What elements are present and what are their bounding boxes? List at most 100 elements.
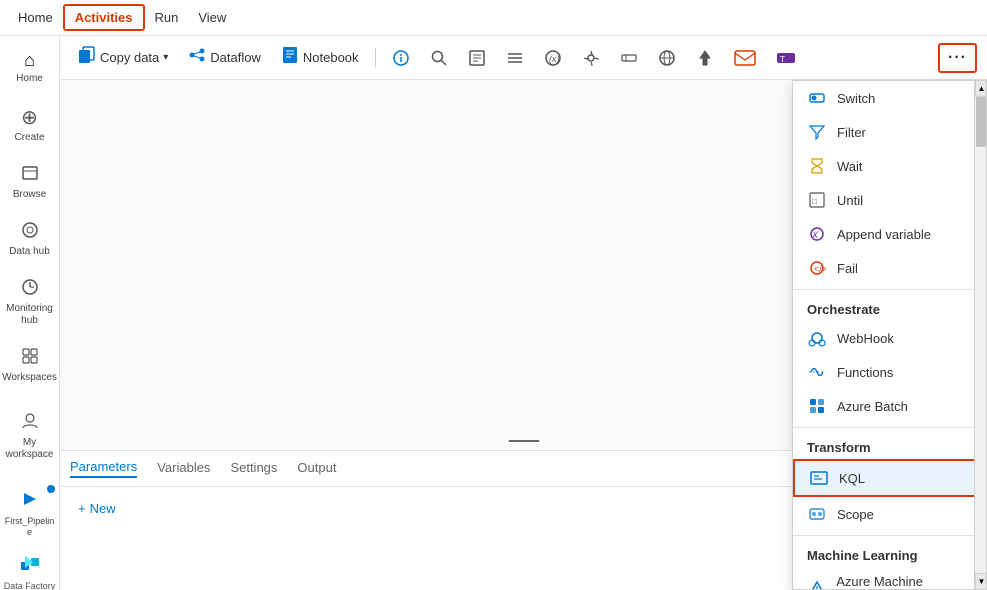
tab-parameters[interactable]: Parameters	[70, 459, 137, 478]
tab-variables[interactable]: Variables	[157, 460, 210, 477]
sidebar-item-data-hub-label: Data hub	[9, 246, 50, 258]
kql-label: KQL	[839, 471, 865, 486]
aml-icon	[807, 579, 826, 590]
filter-icon	[807, 122, 827, 142]
copy-data-chevron: ▾	[163, 52, 168, 63]
monitoring-hub-icon	[21, 278, 39, 301]
sidebar: ⌂ Home ⊕ Create Browse Data hub	[0, 36, 60, 590]
sidebar-item-first-pipeline[interactable]: First_Pipeline	[0, 481, 59, 546]
copy-data-button[interactable]: Copy data ▾	[70, 42, 176, 73]
functions-icon	[807, 362, 827, 382]
data-hub-icon	[21, 221, 39, 244]
search-button[interactable]	[422, 45, 456, 71]
sidebar-item-create-label: Create	[14, 132, 44, 144]
sidebar-item-workspaces-label: Workspaces	[2, 372, 57, 384]
aml-label: Azure Machine Learning	[836, 574, 972, 590]
pages-button[interactable]	[460, 45, 494, 71]
divider-3	[793, 535, 986, 536]
divider-1	[793, 289, 986, 290]
dropdown-item-append[interactable]: X Append variable	[793, 217, 986, 251]
dropdown-item-switch[interactable]: Switch	[793, 81, 986, 115]
dropdown-item-wait[interactable]: Wait	[793, 149, 986, 183]
dropdown-item-until[interactable]: □ Until	[793, 183, 986, 217]
dropdown-item-fail[interactable]: </> Fail	[793, 251, 986, 285]
plus-icon: +	[78, 501, 86, 516]
variable-button[interactable]: (x)	[536, 45, 570, 71]
copy-data-label: Copy data	[100, 50, 159, 65]
workspaces-icon	[21, 347, 39, 370]
dropdown-item-scope[interactable]: Scope	[793, 497, 986, 531]
divider-2	[793, 427, 986, 428]
teams-button[interactable]: T	[768, 45, 804, 71]
functions-label: Functions	[837, 365, 893, 380]
svg-text:X: X	[811, 230, 819, 240]
more-button[interactable]: ···	[938, 43, 977, 73]
scrollbar-thumb[interactable]	[976, 97, 986, 147]
more-icon: ···	[948, 49, 967, 67]
menu-view[interactable]: View	[188, 6, 236, 29]
scrollbar-arrow-down[interactable]: ▼	[975, 573, 987, 589]
switch-icon	[807, 88, 827, 108]
menu-activities[interactable]: Activities	[63, 4, 145, 31]
tab-settings[interactable]: Settings	[230, 460, 277, 477]
append-label: Append variable	[837, 227, 931, 242]
sidebar-item-my-workspace[interactable]: Myworkspace	[0, 404, 59, 469]
lines-button[interactable]	[498, 45, 532, 71]
data-factory-icon	[19, 554, 41, 579]
info-button[interactable]	[384, 45, 418, 71]
azurebatch-icon	[807, 396, 827, 416]
sidebar-item-monitoring-hub-label: Monitoring hub	[4, 303, 55, 327]
switch-label: Switch	[837, 91, 875, 106]
notebook-label: Notebook	[303, 50, 359, 65]
sidebar-item-data-hub[interactable]: Data hub	[0, 213, 59, 266]
sidebar-item-workspaces[interactable]: Workspaces	[0, 339, 59, 392]
menu-home[interactable]: Home	[8, 6, 63, 29]
content-area: Copy data ▾ Dataflow Notebook	[60, 36, 987, 590]
my-workspace-icon	[21, 412, 39, 435]
until-icon: □	[807, 190, 827, 210]
globe-button[interactable]	[650, 45, 684, 71]
mail-button[interactable]	[726, 45, 764, 71]
menu-run[interactable]: Run	[145, 6, 189, 29]
svg-text:</>: </>	[814, 264, 826, 274]
sidebar-item-monitoring-hub[interactable]: Monitoring hub	[0, 270, 59, 335]
svg-text:□: □	[812, 197, 817, 206]
dropdown-item-azurebatch[interactable]: Azure Batch	[793, 389, 986, 423]
wait-label: Wait	[837, 159, 863, 174]
top-menu-bar: Home Activities Run View	[0, 0, 987, 36]
scrollbar-arrow-up[interactable]: ▲	[975, 81, 987, 97]
transform-section: Transform	[793, 432, 986, 459]
params-button[interactable]	[612, 45, 646, 71]
sidebar-item-browse-label: Browse	[13, 189, 46, 201]
sidebar-item-create[interactable]: ⊕ Create	[0, 97, 59, 152]
new-label: New	[90, 501, 116, 516]
sidebar-item-browse[interactable]: Browse	[0, 156, 59, 209]
app-container: Home Activities Run View ⌂ Home ⊕ Create…	[0, 0, 987, 590]
dataflow-icon	[188, 46, 206, 69]
toolbar-separator-1	[375, 48, 376, 68]
export-button[interactable]	[688, 45, 722, 71]
dropdown-item-functions[interactable]: Functions	[793, 355, 986, 389]
dataflow-label: Dataflow	[210, 50, 261, 65]
dropdown-item-filter[interactable]: Filter	[793, 115, 986, 149]
ml-section: Machine Learning	[793, 540, 986, 567]
dropdown-item-aml[interactable]: Azure Machine Learning	[793, 567, 986, 590]
scope-label: Scope	[837, 507, 874, 522]
notebook-button[interactable]: Notebook	[273, 42, 367, 73]
until-label: Until	[837, 193, 863, 208]
dropdown-item-webhook[interactable]: WebHook	[793, 321, 986, 355]
webhook-icon	[807, 328, 827, 348]
toolbar: Copy data ▾ Dataflow Notebook	[60, 36, 987, 80]
dropdown-scrollbar[interactable]: ▲ ▼	[974, 81, 986, 589]
svg-text:(x): (x)	[549, 54, 560, 64]
settings-button[interactable]	[574, 45, 608, 71]
sidebar-item-home-label: Home	[16, 73, 43, 85]
dataflow-button[interactable]: Dataflow	[180, 42, 269, 73]
tab-output[interactable]: Output	[297, 460, 336, 477]
sidebar-item-pipeline-label: First_Pipeline	[5, 516, 55, 538]
canvas-divider	[509, 440, 539, 442]
dropdown-item-kql[interactable]: KQL	[793, 459, 986, 497]
sidebar-item-my-workspace-label: Myworkspace	[6, 437, 54, 461]
sidebar-item-home[interactable]: ⌂ Home	[0, 42, 59, 93]
azurebatch-label: Azure Batch	[837, 399, 908, 414]
